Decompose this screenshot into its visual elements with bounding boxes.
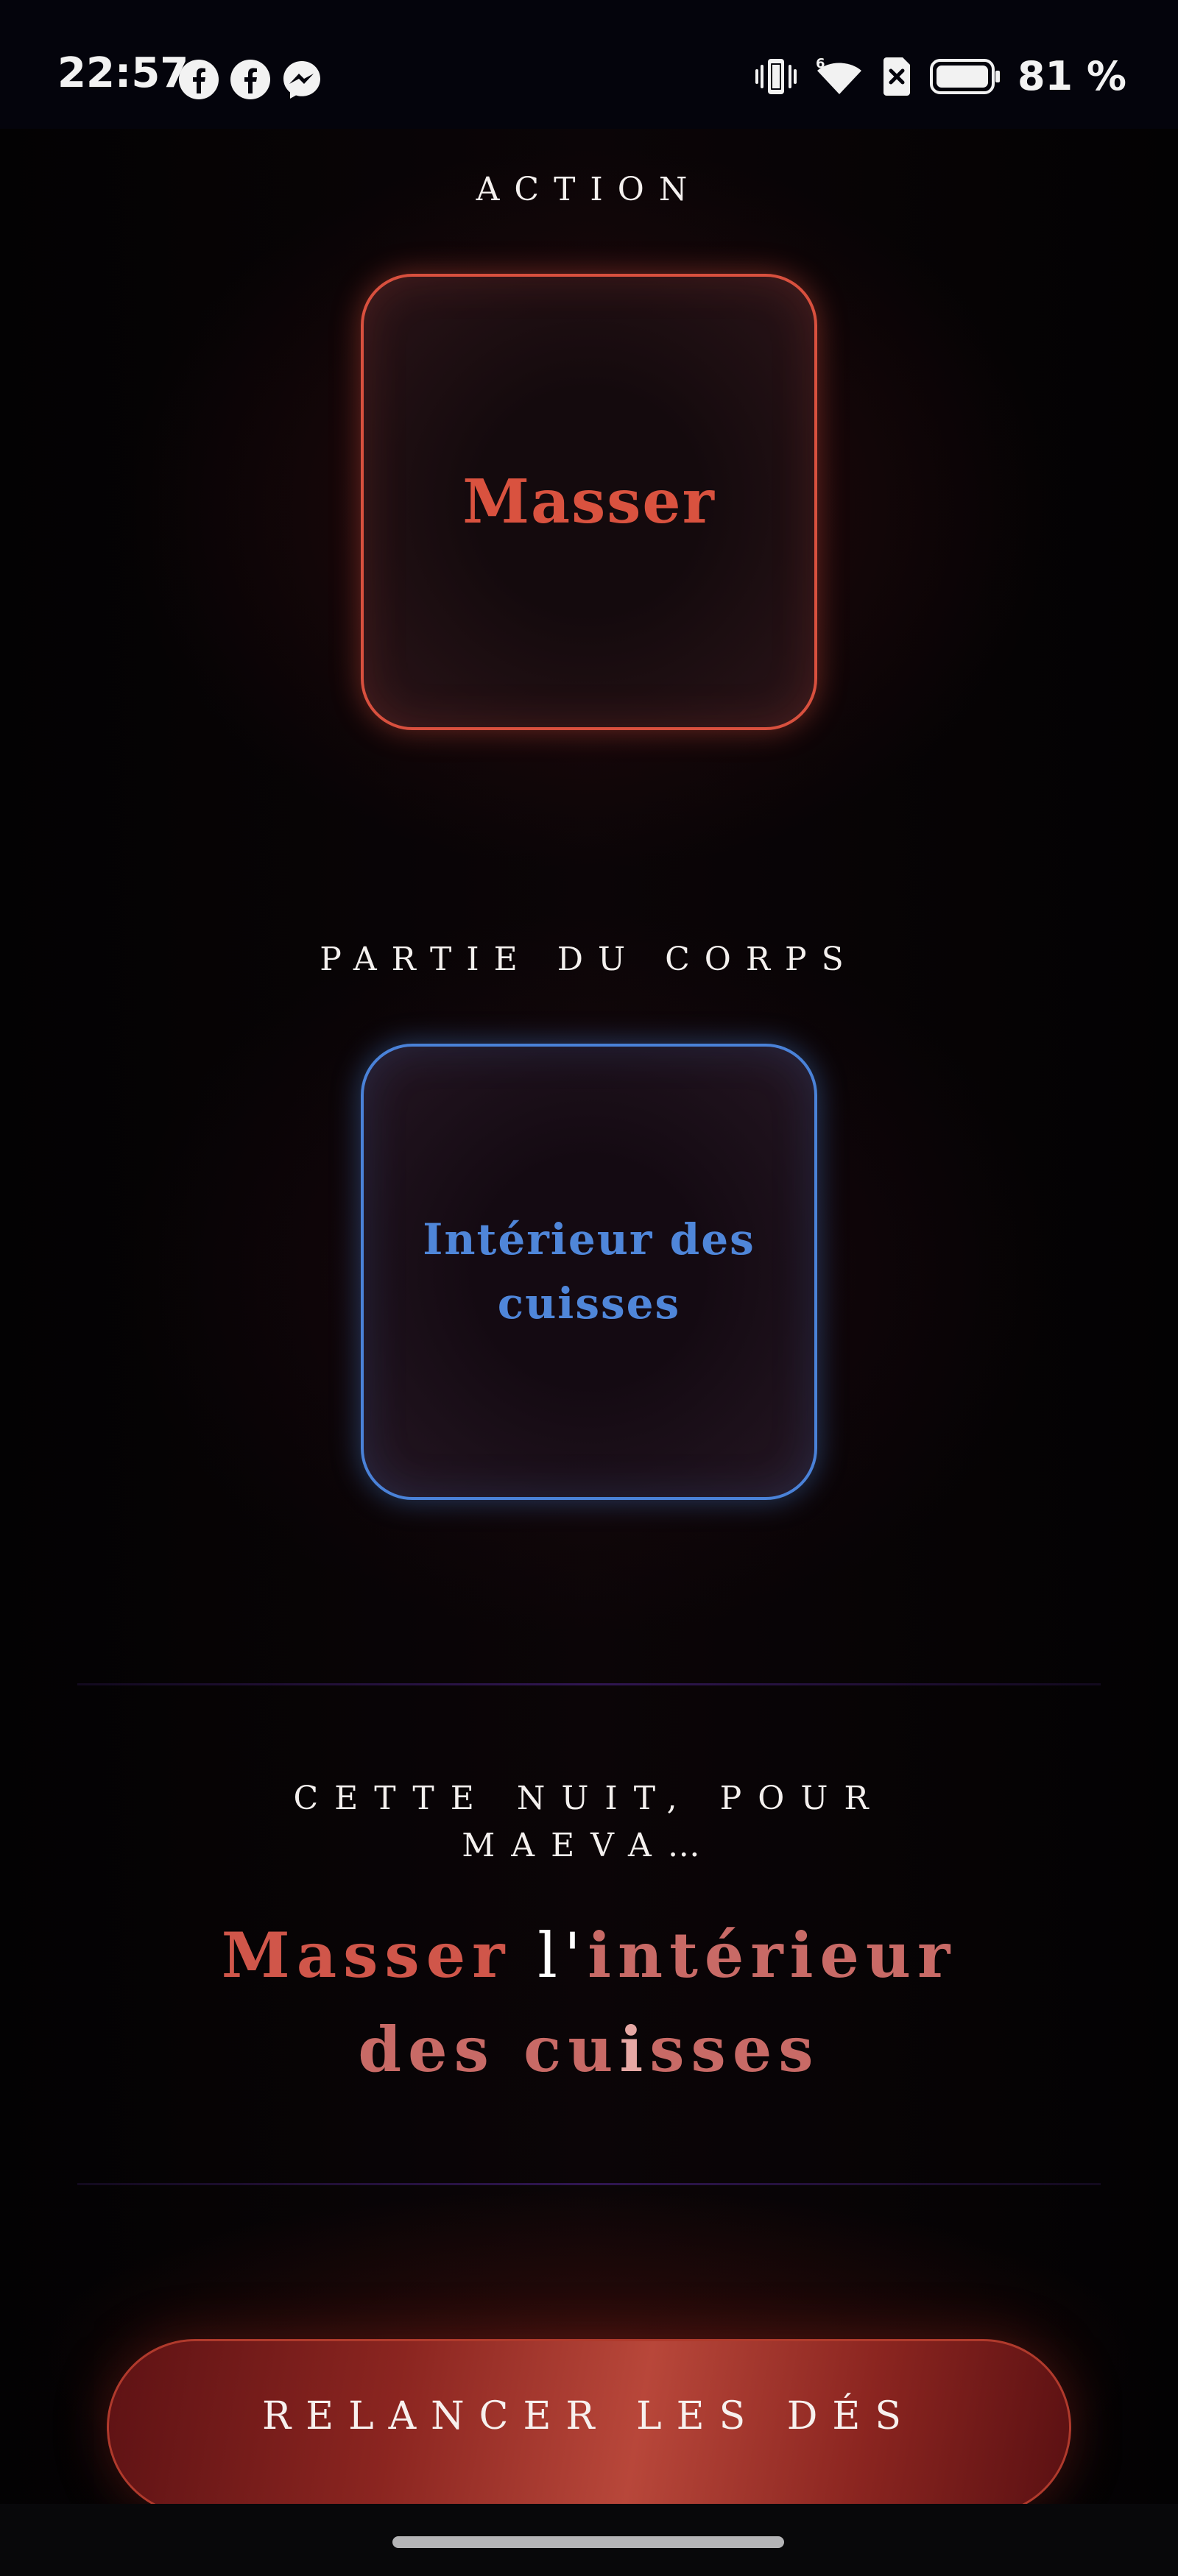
reroll-button-label: RELANCER LES DÉS	[261, 2394, 917, 2438]
action-value: Masser	[462, 467, 716, 537]
divider-bottom	[77, 2183, 1101, 2185]
status-bar: 22:57 6 81 %	[0, 0, 1178, 129]
vibrate-icon	[755, 59, 797, 94]
no-sim-icon	[883, 57, 910, 96]
result-label: CETTE NUIT, POUR MAEVA…	[0, 1775, 1178, 1869]
result-body-word: intérieur	[588, 1919, 957, 1992]
wifi-icon: 6	[816, 56, 861, 94]
result-label-line1: CETTE NUIT, POUR	[293, 1780, 885, 1817]
battery-icon	[929, 59, 1000, 94]
home-indicator[interactable]	[392, 2536, 784, 2548]
body-part-die[interactable]: Intérieur des cuisses	[361, 1044, 817, 1500]
notification-icons	[178, 59, 322, 100]
result-sentence-line2: des cuisses	[0, 2009, 1178, 2090]
action-die[interactable]: Masser	[361, 274, 817, 730]
battery-percent: 81 %	[1017, 53, 1126, 99]
status-time: 22:57	[57, 49, 189, 97]
system-icons: 6 81 %	[754, 56, 1126, 97]
body-part-label: PARTIE DU CORPS	[320, 941, 858, 978]
result-article: l'	[511, 1919, 588, 1992]
body-part-value: Intérieur des cuisses	[423, 1214, 755, 1328]
result-sentence-line1: Masser l'intérieur	[0, 1915, 1178, 1996]
action-label: ACTION	[476, 171, 702, 208]
screen: 22:57 6 81 % ACTION Masser PARTIE DU COR…	[0, 0, 1178, 2576]
facebook-icon	[179, 60, 219, 99]
messenger-icon	[283, 61, 320, 99]
reroll-dice-button[interactable]: RELANCER LES DÉS	[107, 2339, 1071, 2516]
result-label-line2: MAEVA…	[462, 1826, 716, 1864]
result-body-part-a: des cu	[358, 2013, 620, 2086]
svg-text:6: 6	[816, 56, 825, 71]
divider-top	[77, 1683, 1101, 1685]
result-body-part-b: i	[619, 2013, 650, 2086]
result-action-word: Masser	[221, 1919, 512, 1992]
facebook-icon	[230, 60, 270, 99]
result-body-part-c: sses	[649, 2013, 820, 2086]
